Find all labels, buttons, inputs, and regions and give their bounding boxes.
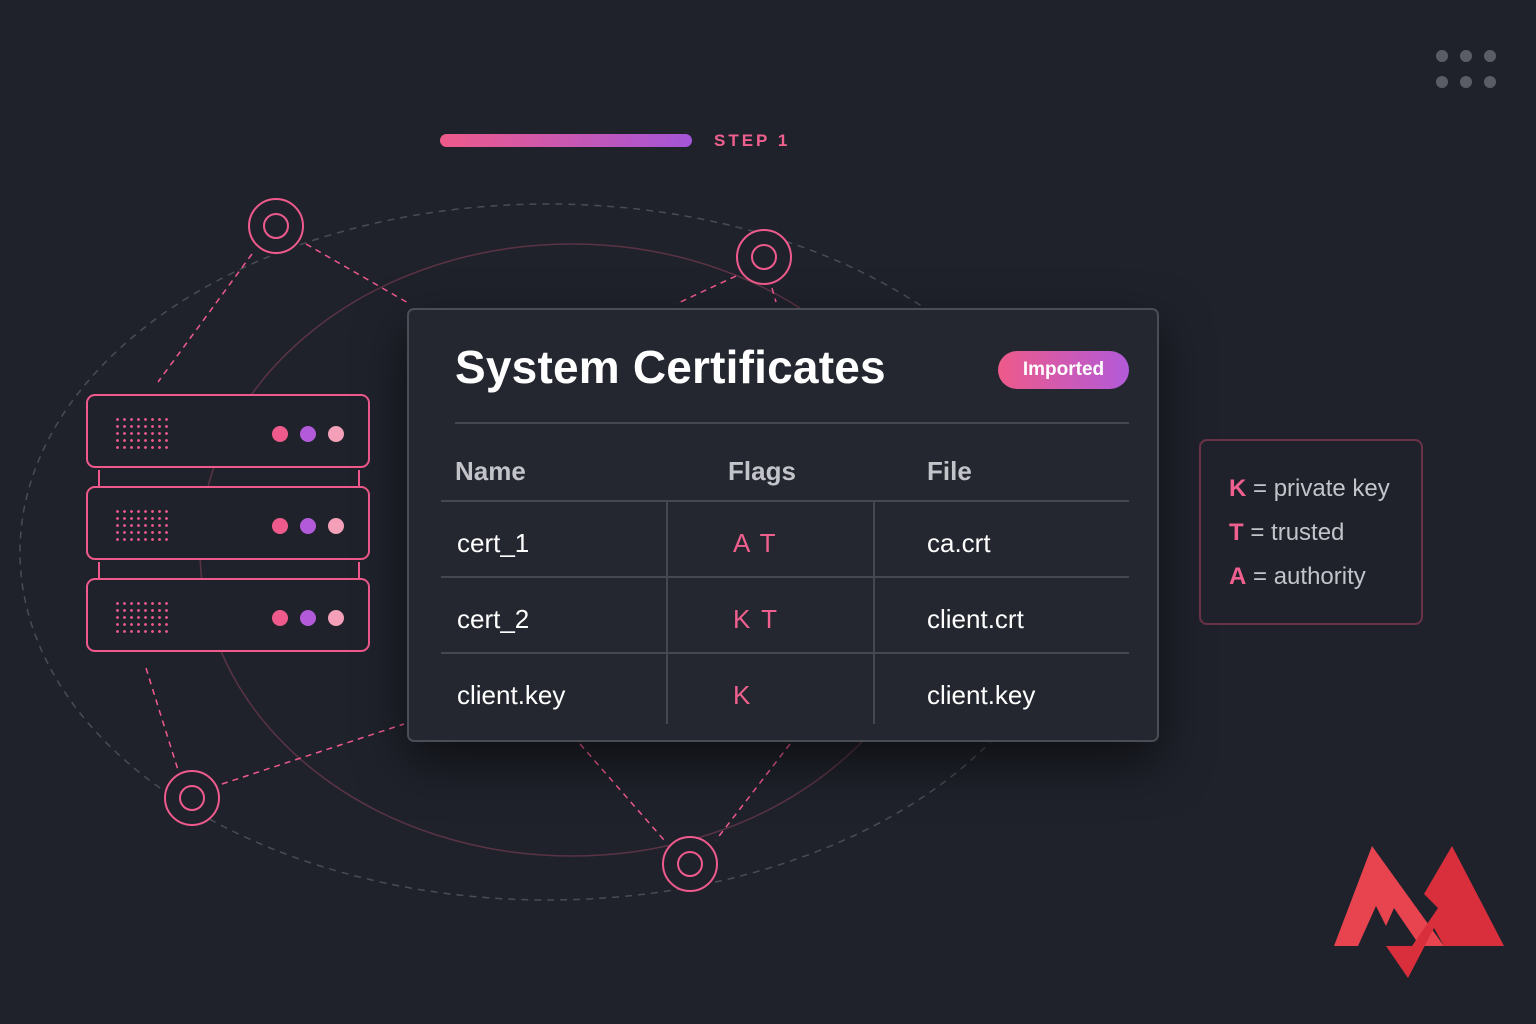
cell-flags: K T xyxy=(733,604,779,634)
grid-dots-icon xyxy=(1436,50,1498,90)
cell-name: cert_1 xyxy=(457,528,530,558)
legend-item: A = authority xyxy=(1229,563,1366,591)
network-node-icon xyxy=(248,198,304,254)
column-divider xyxy=(666,502,668,724)
legend-key: T xyxy=(1229,519,1244,546)
server-stack-icon xyxy=(86,394,374,656)
cell-file: client.key xyxy=(927,680,1036,710)
certificates-table: Name Flags File cert_1 A T ca.crt cert_2… xyxy=(441,434,1129,728)
table-row[interactable]: cert_2 K T client.crt xyxy=(441,578,1129,654)
server-unit xyxy=(86,578,370,652)
step-label: STEP 1 xyxy=(714,131,791,150)
divider xyxy=(455,422,1129,424)
legend-text: = trusted xyxy=(1250,519,1345,546)
network-node-icon xyxy=(662,836,718,892)
server-unit xyxy=(86,394,370,468)
flags-legend: K = private key T = trusted A = authorit… xyxy=(1199,439,1423,625)
column-header-name: Name xyxy=(455,456,526,486)
table-header: Name Flags File xyxy=(441,434,1129,502)
legend-key: A xyxy=(1229,563,1247,590)
legend-key: K xyxy=(1229,475,1247,502)
cell-name: client.key xyxy=(457,680,566,710)
cell-name: cert_2 xyxy=(457,604,530,634)
table-row[interactable]: cert_1 A T ca.crt xyxy=(441,502,1129,578)
column-divider xyxy=(873,502,875,724)
step-progress-bar xyxy=(440,134,692,147)
column-header-file: File xyxy=(927,456,972,486)
status-badge: Imported xyxy=(998,351,1129,389)
brand-logo-icon xyxy=(1334,846,1504,978)
cell-file: client.crt xyxy=(927,604,1024,634)
cell-flags: A T xyxy=(733,528,778,558)
table-row[interactable]: client.key K client.key xyxy=(441,654,1129,728)
network-node-icon xyxy=(736,229,792,285)
legend-item: T = trusted xyxy=(1229,519,1344,547)
card-title: System Certificates xyxy=(455,341,886,393)
cell-flags: K xyxy=(733,680,753,710)
network-node-icon xyxy=(164,770,220,826)
column-header-flags: Flags xyxy=(728,456,796,486)
certificates-card: System Certificates Imported Name Flags … xyxy=(407,308,1159,742)
legend-item: K = private key xyxy=(1229,475,1390,503)
cell-file: ca.crt xyxy=(927,528,991,558)
legend-text: = private key xyxy=(1253,475,1390,502)
legend-text: = authority xyxy=(1253,563,1366,590)
server-unit xyxy=(86,486,370,560)
